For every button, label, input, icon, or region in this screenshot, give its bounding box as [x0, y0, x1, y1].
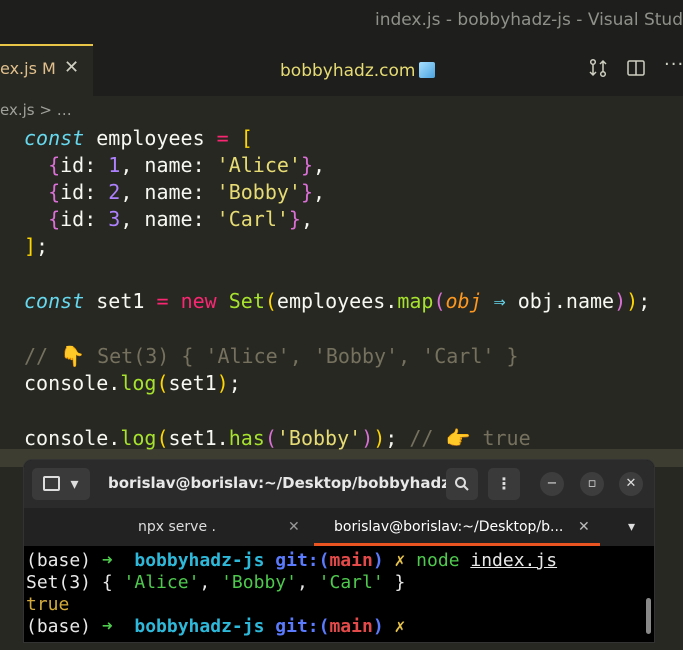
terminal-tab-label: borislav@borislav:~/Desktop/b...	[334, 519, 564, 535]
tab-label: ex.js M	[0, 59, 56, 78]
terminal-scrollbar[interactable]	[646, 598, 651, 634]
close-icon: ✕	[625, 476, 637, 491]
kebab-menu-icon: ⋮	[496, 474, 512, 493]
terminal-tabs: npx serve . ✕ borislav@borislav:~/Deskto…	[24, 508, 654, 546]
terminal-line-3: true	[26, 594, 70, 615]
new-tab-button[interactable]: ▾	[32, 468, 90, 500]
search-icon	[455, 477, 469, 491]
terminal-line-2: Set(3) { 'Alice', 'Bobby', 'Carl' }	[26, 572, 406, 593]
code-line-9-comment: // 👇 Set(3) { 'Alice', 'Bobby', 'Carl' }	[24, 344, 519, 368]
cube-icon	[419, 62, 436, 78]
minimize-button[interactable]: −	[540, 472, 564, 496]
terminal-title: borislav@borislav:~/Desktop/bobbyhadz-r.…	[108, 474, 479, 492]
code-line-1: const employees = [	[24, 126, 253, 150]
maximize-icon: ▫	[587, 476, 597, 491]
terminal-tab-label: npx serve .	[138, 519, 216, 535]
tab-close-icon[interactable]: ✕	[64, 57, 79, 78]
terminal-line-1: (base) ➜ bobbyhadz-js git:(main) ✗ node …	[26, 550, 558, 571]
window-title: index.js - bobbyhadz-js - Visual Stud	[374, 10, 683, 30]
code-line-5: ];	[24, 234, 49, 258]
terminal-window[interactable]: ▾ borislav@borislav:~/Desktop/bobbyhadz-…	[24, 460, 654, 642]
editor-tab-bar: ex.js M ✕ bobbyhadz.com ···	[0, 44, 683, 96]
minimize-icon: −	[546, 476, 558, 491]
more-actions-icon[interactable]: ···	[664, 54, 683, 75]
tab-index-js[interactable]: ex.js M ✕	[0, 44, 93, 96]
code-line-3: {id: 2, name: 'Bobby'},	[24, 180, 326, 204]
code-line-4: {id: 3, name: 'Carl'},	[24, 207, 314, 231]
terminal-search-button[interactable]	[446, 468, 478, 500]
header-center-title: bobbyhadz.com	[280, 61, 436, 81]
new-tab-icon	[43, 476, 61, 491]
split-editor-icon[interactable]	[626, 58, 646, 83]
terminal-tab-close-icon[interactable]: ✕	[288, 508, 300, 546]
site-title: bobbyhadz.com	[280, 61, 416, 81]
breadcrumb[interactable]: ex.js > …	[0, 96, 683, 124]
code-line-7: const set1 = new Set(employees.map(obj ⇒…	[24, 289, 651, 313]
code-line-10: console.log(set1);	[24, 371, 241, 395]
terminal-tab-borislav[interactable]: borislav@borislav:~/Desktop/b...	[334, 508, 563, 546]
code-line-12: console.log(set1.has('Bobby')); // 👉 tru…	[24, 426, 531, 450]
chevron-down-icon: ▾	[70, 474, 79, 493]
source-control-compare-icon[interactable]	[588, 58, 608, 83]
terminal-menu-button[interactable]: ⋮	[488, 468, 520, 500]
terminal-tab-npx-serve[interactable]: npx serve .	[138, 508, 216, 546]
terminal-tab-close-icon[interactable]: ✕	[578, 508, 590, 546]
code-line-2: {id: 1, name: 'Alice'},	[24, 153, 326, 177]
tabs-dropdown-icon[interactable]: ▾	[628, 508, 635, 546]
maximize-button[interactable]: ▫	[580, 472, 604, 496]
window-titlebar: index.js - bobbyhadz-js - Visual Stud	[0, 0, 683, 44]
terminal-header: ▾ borislav@borislav:~/Desktop/bobbyhadz-…	[24, 460, 654, 508]
close-window-button[interactable]: ✕	[619, 472, 643, 496]
terminal-line-4: (base) ➜ bobbyhadz-js git:(main) ✗	[26, 616, 406, 637]
active-tab-indicator	[314, 543, 600, 546]
